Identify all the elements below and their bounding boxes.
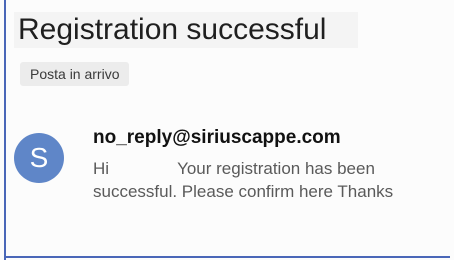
preview-line-1: Hi Your registration has been: [93, 157, 451, 180]
frame-border-left: [4, 0, 6, 260]
sender-avatar[interactable]: S: [14, 133, 64, 183]
message-preview[interactable]: Hi Your registration has been successful.…: [93, 157, 451, 203]
preview-text-1: Your registration has been: [177, 159, 375, 178]
preview-greeting: Hi: [93, 159, 110, 178]
sender-address[interactable]: no_reply@siriuscappe.com: [93, 126, 341, 150]
frame-border-bottom: [4, 256, 450, 258]
preview-line-2: successful. Please confirm here Thanks: [93, 182, 394, 201]
email-view: Registration successful Posta in arrivo …: [0, 0, 454, 260]
email-subject: Registration successful: [14, 12, 358, 48]
inbox-label-chip[interactable]: Posta in arrivo: [20, 62, 130, 86]
